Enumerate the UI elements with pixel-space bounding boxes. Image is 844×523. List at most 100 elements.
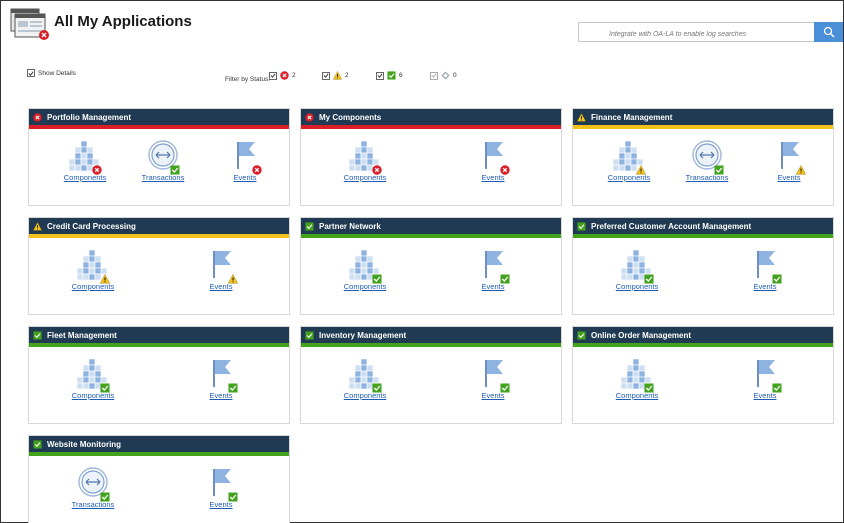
application-tile-preferred-customer-account-management[interactable]: Preferred Customer Account Management Co… (572, 217, 834, 315)
events-flag-icon[interactable] (749, 248, 782, 284)
events-summary: Events (191, 466, 251, 509)
events-flag-icon[interactable] (205, 357, 238, 393)
components-icon[interactable] (620, 357, 654, 393)
components-icon[interactable] (612, 139, 647, 175)
filter-normal-count: 6 (399, 72, 403, 79)
normal-status-icon (228, 489, 238, 502)
events-summary: Events (215, 139, 275, 182)
events-summary: Events (735, 248, 795, 291)
events-summary: Events (759, 139, 819, 182)
normal-status-icon (387, 71, 396, 80)
application-name: Preferred Customer Account Management (591, 221, 752, 231)
critical-status-icon (33, 112, 42, 122)
log-search-input[interactable] (579, 25, 814, 44)
application-tile-header[interactable]: Fleet Management (29, 327, 289, 343)
filter-critical-checkbox[interactable] (269, 71, 277, 80)
events-flag-icon[interactable] (205, 466, 238, 502)
warning-status-icon (32, 221, 43, 231)
components-icon[interactable] (76, 248, 111, 284)
application-tile-online-order-management[interactable]: Online Order Management Components Event… (572, 326, 834, 424)
transactions-icon[interactable] (147, 139, 180, 175)
application-name: Credit Card Processing (47, 221, 136, 231)
events-flag-icon[interactable] (749, 357, 782, 393)
normal-status-icon (372, 380, 382, 393)
filter-warning-checkbox[interactable] (322, 71, 330, 80)
warning-status-icon (99, 271, 111, 284)
filter-unknown-checkbox (430, 71, 438, 80)
application-tile-my-components[interactable]: My Components Components Events (300, 108, 562, 206)
application-tile-fleet-management[interactable]: Fleet Management Components Events (28, 326, 290, 424)
components-summary: Components (335, 357, 395, 400)
search-icon (823, 26, 835, 38)
filter-warning[interactable]: 2 (322, 71, 349, 80)
filter-normal[interactable]: 6 (376, 71, 403, 80)
components-icon[interactable] (348, 248, 382, 284)
components-icon[interactable] (348, 357, 382, 393)
normal-status-icon (500, 380, 510, 393)
events-flag-icon[interactable] (773, 139, 807, 175)
filter-normal-checkbox[interactable] (376, 71, 384, 80)
applications-window-icon (10, 8, 52, 42)
normal-status-icon (500, 271, 510, 284)
normal-status-icon (33, 439, 42, 449)
status-bar (29, 234, 289, 238)
application-tile-header[interactable]: My Components (301, 109, 561, 125)
application-tile-finance-management[interactable]: Finance Management Components Transactio… (572, 108, 834, 206)
application-name: Fleet Management (47, 330, 117, 340)
application-tile-partner-network[interactable]: Partner Network Components Events (300, 217, 562, 315)
show-details-option[interactable]: Show Details (27, 69, 76, 77)
components-summary: Components (63, 248, 123, 291)
transactions-icon[interactable] (691, 139, 724, 175)
application-tile-header[interactable]: Finance Management (573, 109, 833, 125)
normal-status-icon (305, 330, 314, 340)
critical-status-icon (500, 162, 510, 175)
application-tile-portfolio-management[interactable]: Portfolio Management Components Transact… (28, 108, 290, 206)
components-summary: Components (55, 139, 115, 182)
normal-status-icon (714, 162, 724, 175)
show-details-checkbox[interactable] (27, 69, 35, 77)
events-summary: Events (463, 248, 523, 291)
page-title: All My Applications (54, 13, 192, 30)
events-flag-icon[interactable] (229, 139, 262, 175)
normal-status-icon (100, 380, 110, 393)
log-search-box[interactable] (578, 22, 814, 44)
components-icon[interactable] (76, 357, 110, 393)
transactions-summary: Transactions (677, 139, 737, 182)
filter-unknown-count: 0 (453, 72, 457, 79)
events-summary: Events (191, 357, 251, 400)
application-tile-header[interactable]: Online Order Management (573, 327, 833, 343)
components-summary: Components (607, 357, 667, 400)
filter-critical[interactable]: 2 (269, 71, 296, 80)
application-tile-website-monitoring[interactable]: Website Monitoring Transactions Events (28, 435, 290, 523)
normal-status-icon (772, 380, 782, 393)
application-tile-header[interactable]: Portfolio Management (29, 109, 289, 125)
components-icon[interactable] (620, 248, 654, 284)
events-flag-icon[interactable] (477, 357, 510, 393)
components-summary: Components (607, 248, 667, 291)
application-tile-header[interactable]: Preferred Customer Account Management (573, 218, 833, 234)
transactions-summary: Transactions (63, 466, 123, 509)
components-summary: Components (599, 139, 659, 182)
events-flag-icon[interactable] (477, 139, 510, 175)
application-tile-header[interactable]: Website Monitoring (29, 436, 289, 452)
application-tile-header[interactable]: Credit Card Processing (29, 218, 289, 234)
transactions-icon[interactable] (77, 466, 110, 502)
application-name: Partner Network (319, 221, 381, 231)
components-icon[interactable] (68, 139, 102, 175)
events-summary: Events (463, 357, 523, 400)
application-tile-header[interactable]: Partner Network (301, 218, 561, 234)
warning-status-icon (227, 271, 239, 284)
normal-status-icon (577, 330, 586, 340)
status-bar (573, 343, 833, 347)
application-tile-credit-card-processing[interactable]: Credit Card Processing Components Events (28, 217, 290, 315)
critical-status-icon (372, 162, 382, 175)
events-flag-icon[interactable] (205, 248, 239, 284)
components-icon[interactable] (348, 139, 382, 175)
normal-status-icon (644, 380, 654, 393)
normal-status-icon (644, 271, 654, 284)
search-button[interactable] (814, 22, 843, 42)
application-name: Finance Management (591, 112, 673, 122)
events-flag-icon[interactable] (477, 248, 510, 284)
application-tile-inventory-management[interactable]: Inventory Management Components Events (300, 326, 562, 424)
application-tile-header[interactable]: Inventory Management (301, 327, 561, 343)
